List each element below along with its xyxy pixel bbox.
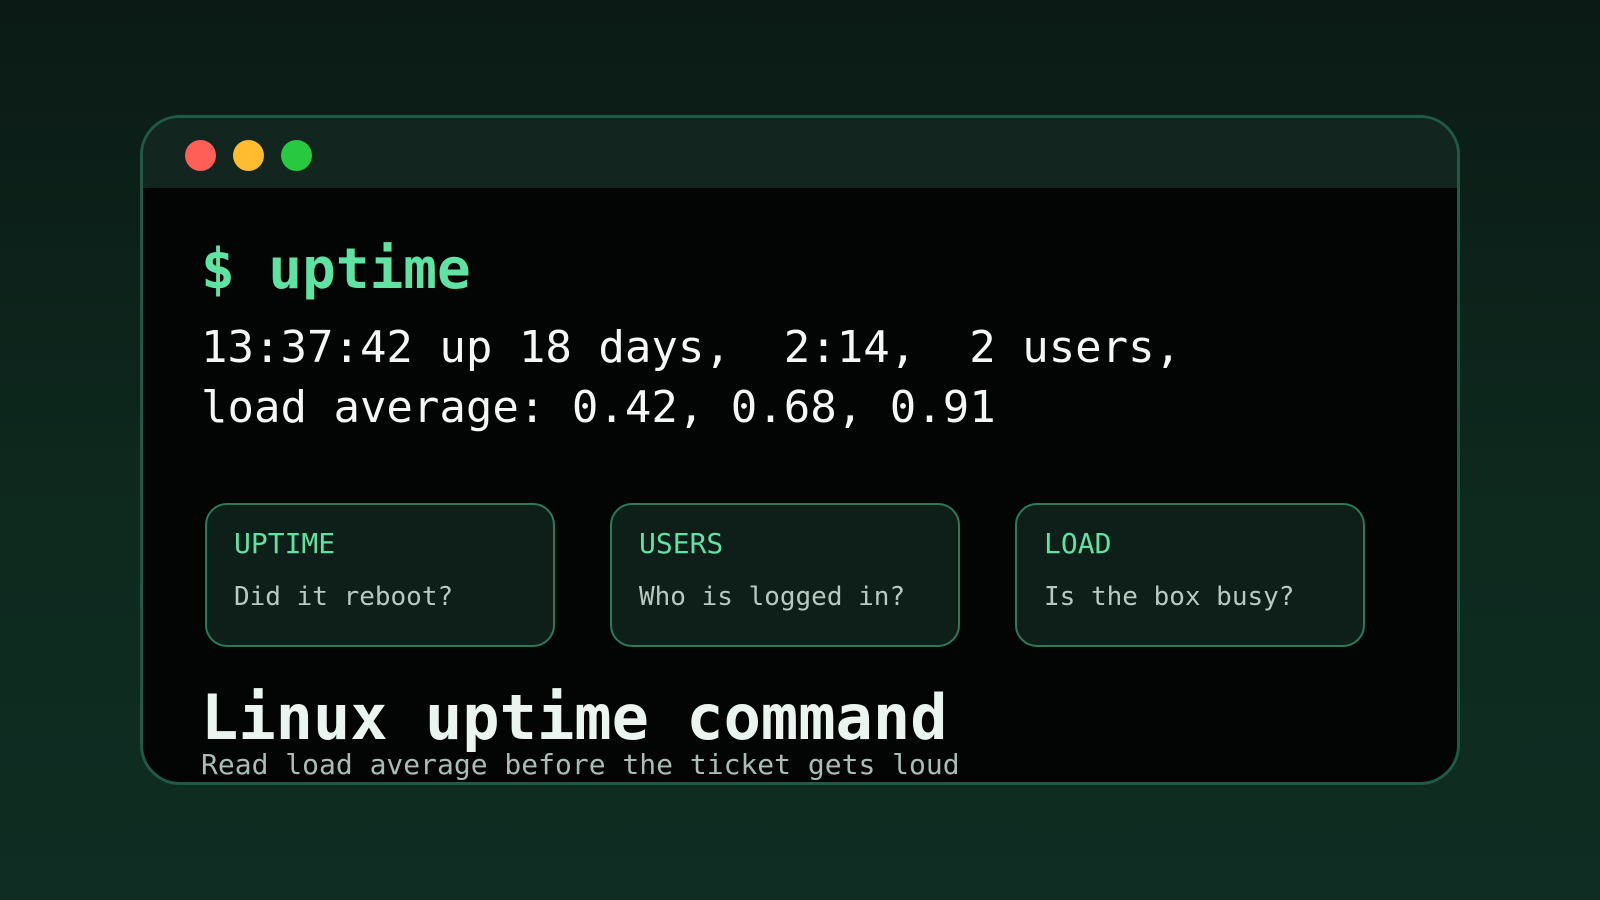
- info-card-load: LOAD Is the box busy?: [1015, 503, 1365, 647]
- page-subtitle: Read load average before the ticket gets…: [201, 748, 960, 781]
- card-description: Did it reboot?: [234, 582, 454, 612]
- terminal-window: $ uptime 13:37:42 up 18 days, 2:14, 2 us…: [140, 115, 1460, 785]
- card-description: Who is logged in?: [639, 582, 906, 612]
- command-prompt: $ uptime: [201, 237, 471, 302]
- card-title: LOAD: [1044, 527, 1112, 560]
- page-title: Linux uptime command: [201, 681, 948, 754]
- info-card-uptime: UPTIME Did it reboot?: [205, 503, 555, 647]
- minimize-window-button[interactable]: [233, 140, 264, 171]
- card-description: Is the box busy?: [1044, 582, 1295, 612]
- window-titlebar: [143, 118, 1457, 188]
- card-title: UPTIME: [234, 527, 336, 560]
- maximize-window-button[interactable]: [281, 140, 312, 171]
- output-line-load-average: load average: 0.42, 0.68, 0.91: [201, 382, 996, 433]
- close-window-button[interactable]: [185, 140, 216, 171]
- card-title: USERS: [639, 527, 724, 560]
- output-line-uptime: 13:37:42 up 18 days, 2:14, 2 users,: [201, 322, 1182, 373]
- command-output: 13:37:42 up 18 days, 2:14, 2 users, load…: [201, 318, 1181, 438]
- info-card-users: USERS Who is logged in?: [610, 503, 960, 647]
